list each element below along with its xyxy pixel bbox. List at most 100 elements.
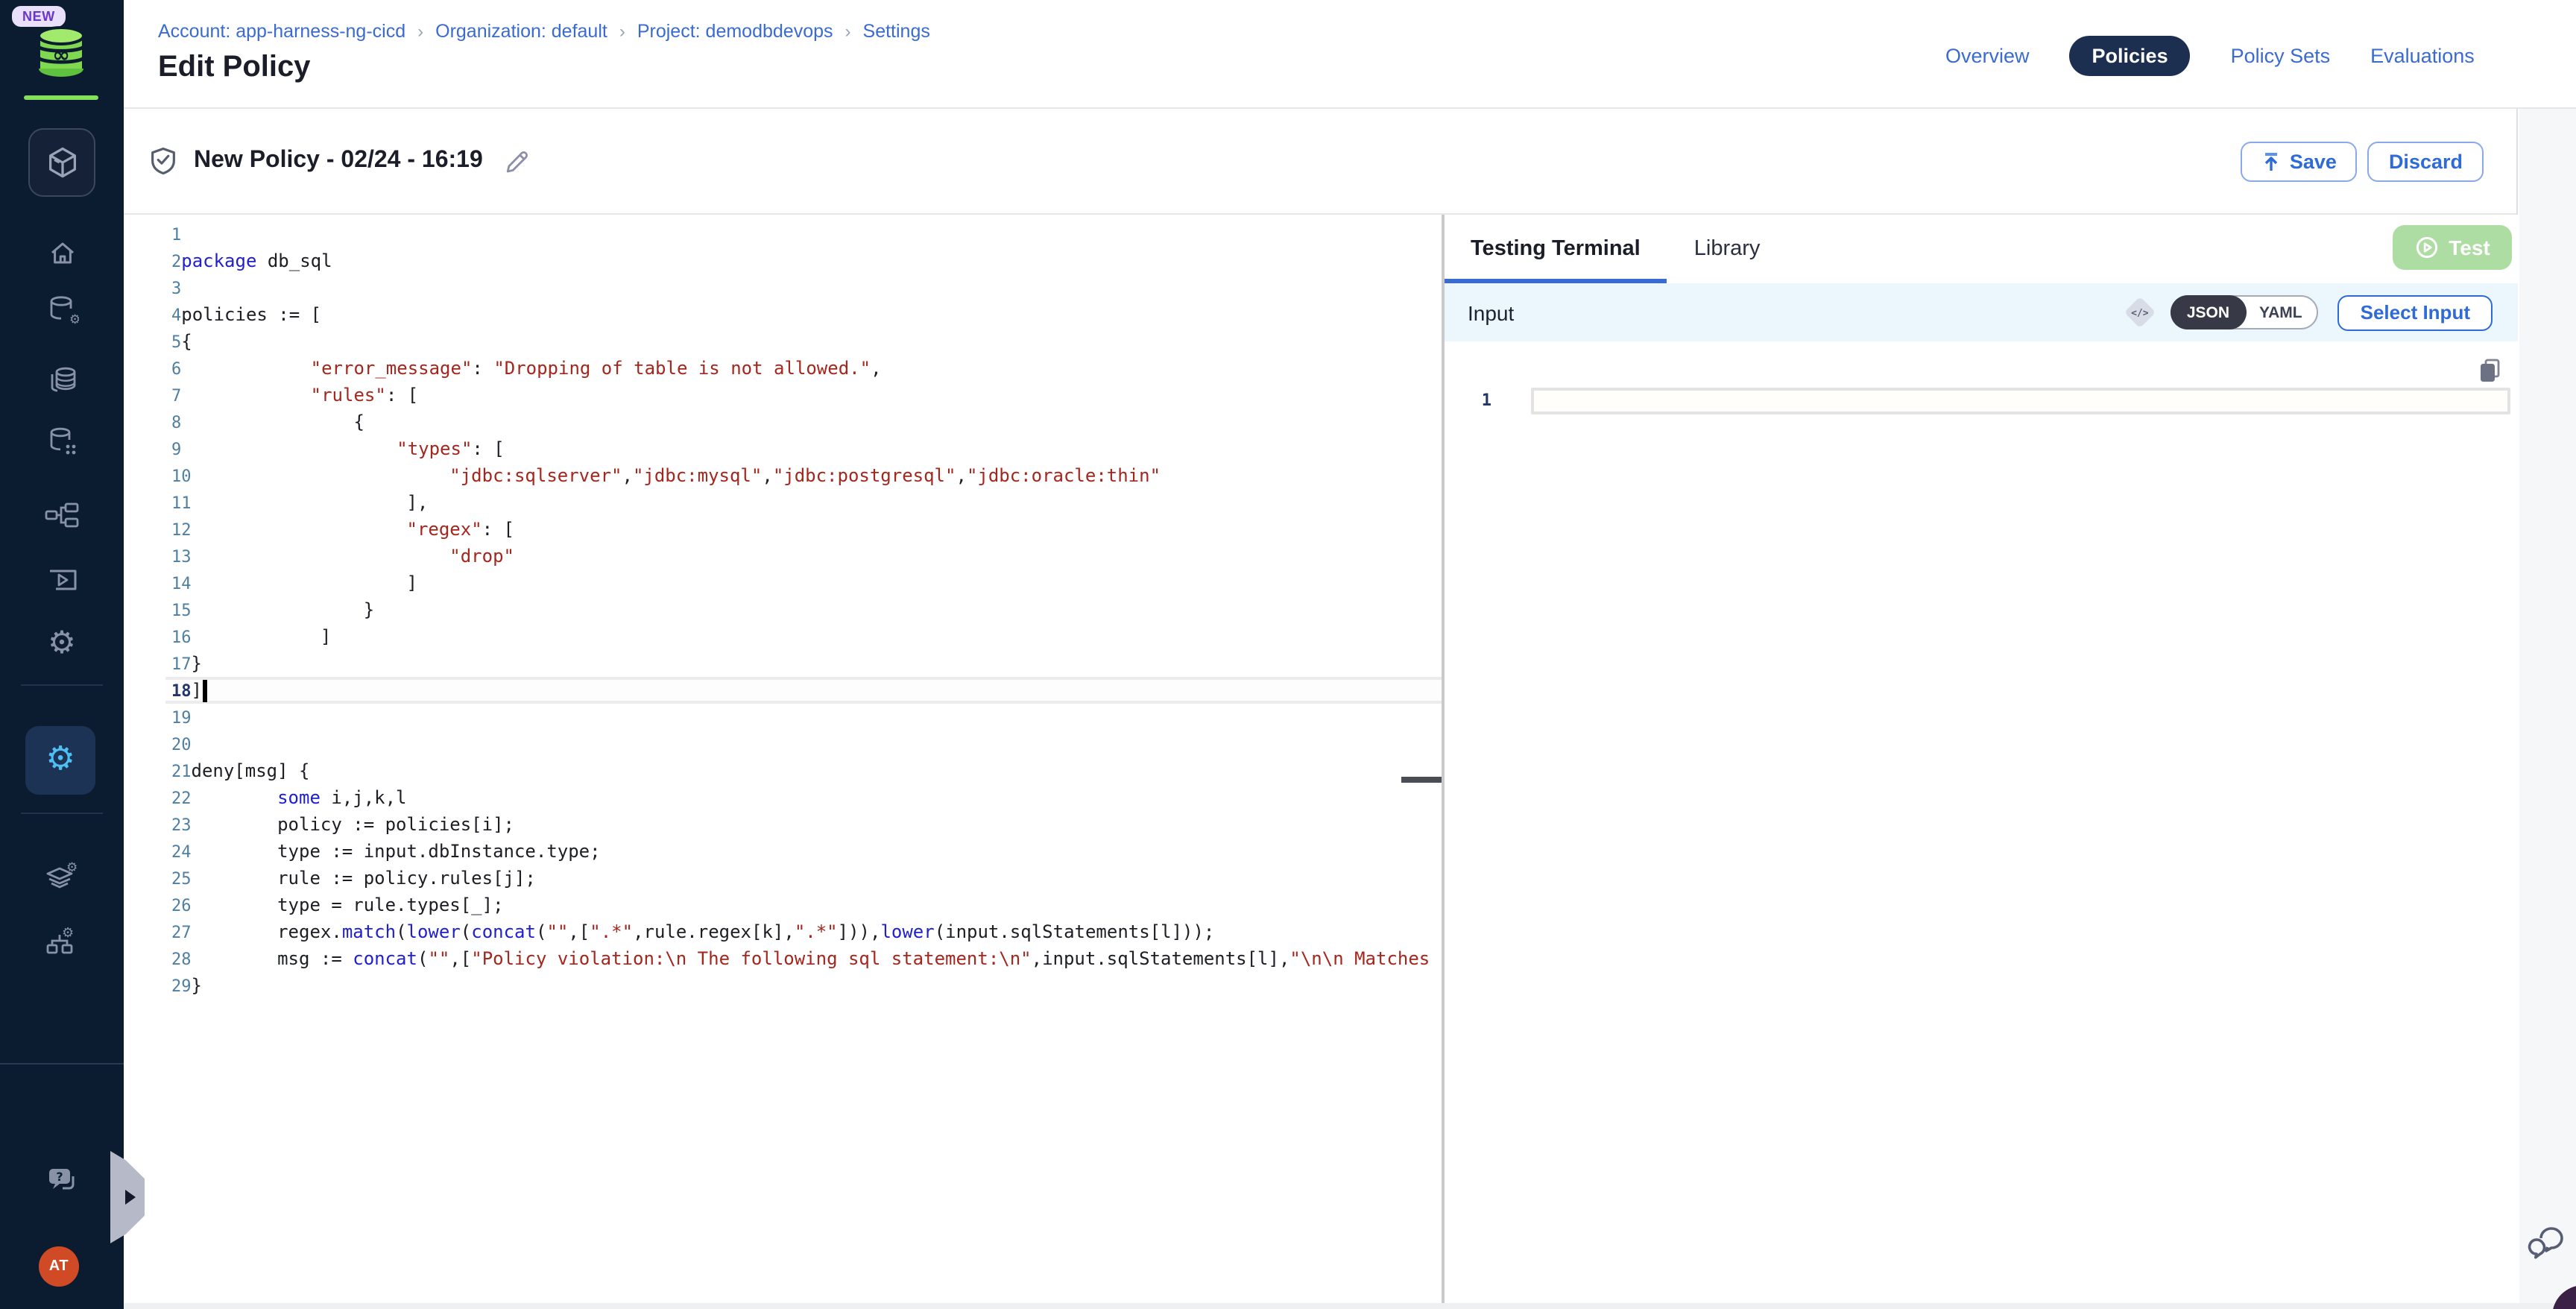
input-bar: Input </> JSON YAML Select Input bbox=[1444, 283, 2518, 341]
database-gear-icon[interactable]: ⚙ bbox=[0, 285, 124, 335]
testing-panel-tabs: Testing Terminal Library Test bbox=[1444, 215, 2518, 283]
breadcrumb-project[interactable]: Project: demodbdevops bbox=[637, 21, 833, 42]
tab-testing-terminal[interactable]: Testing Terminal bbox=[1444, 215, 1667, 283]
line-number: 27 bbox=[171, 923, 192, 942]
code-line-3[interactable]: 3 bbox=[124, 274, 1442, 301]
code-line-28[interactable]: 28 msg := concat("",["Policy violation:\… bbox=[124, 945, 1442, 972]
code-line-8[interactable]: 8 { bbox=[124, 409, 1442, 435]
code-editor[interactable]: 12package db_sql34policies := [5{6 "erro… bbox=[124, 215, 1442, 1303]
bottom-strip bbox=[124, 1303, 2576, 1309]
code-line-24[interactable]: 24 type := input.dbInstance.type; bbox=[124, 838, 1442, 865]
tab-policies[interactable]: Policies bbox=[2070, 36, 2191, 76]
tab-policy-sets[interactable]: Policy Sets bbox=[2231, 45, 2331, 67]
database-stack-icon[interactable] bbox=[0, 355, 124, 406]
code-line-10[interactable]: 10 "jdbc:sqlserver","jdbc:mysql","jdbc:p… bbox=[124, 462, 1442, 489]
code-line-1[interactable]: 1 bbox=[124, 221, 1442, 247]
home-icon[interactable] bbox=[0, 228, 124, 279]
code-text: "regex": [ bbox=[192, 519, 515, 540]
edit-pencil-icon[interactable] bbox=[504, 148, 529, 174]
line-number: 29 bbox=[171, 977, 192, 996]
cursor-overview-marker bbox=[1401, 777, 1442, 783]
line-number: 12 bbox=[171, 520, 192, 540]
code-text: "jdbc:sqlserver","jdbc:mysql","jdbc:post… bbox=[192, 465, 1161, 486]
pipeline-tree-icon[interactable] bbox=[0, 491, 124, 541]
code-line-6[interactable]: 6 "error_message": "Dropping of table is… bbox=[124, 355, 1442, 382]
testing-panel: Testing Terminal Library Test Input </> bbox=[1444, 215, 2518, 1303]
test-button[interactable]: Test bbox=[2393, 225, 2512, 270]
input-editor-line[interactable]: 1 bbox=[1444, 388, 2518, 414]
copy-icon[interactable] bbox=[2478, 356, 2503, 383]
database-devops-logo[interactable]: ∞ bbox=[33, 25, 89, 79]
line-number: 8 bbox=[171, 413, 181, 432]
code-line-7[interactable]: 7 "rules": [ bbox=[124, 382, 1442, 409]
code-line-19[interactable]: 19 bbox=[124, 704, 1442, 731]
code-line-23[interactable]: 23 policy := policies[i]; bbox=[124, 811, 1442, 838]
code-line-2[interactable]: 2package db_sql bbox=[124, 247, 1442, 274]
code-line-17[interactable]: 17} bbox=[124, 650, 1442, 677]
code-line-29[interactable]: 29} bbox=[124, 972, 1442, 999]
page-header: Account: app-harness-ng-cicd › Organizat… bbox=[124, 0, 2576, 109]
avatar[interactable]: AT bbox=[39, 1246, 79, 1287]
code-line-20[interactable]: 20 bbox=[124, 731, 1442, 757]
line-number: 13 bbox=[171, 547, 192, 567]
save-button[interactable]: Save bbox=[2241, 142, 2358, 182]
line-number: 7 bbox=[171, 386, 181, 406]
policy-editor-card: New Policy - 02/24 - 16:19 Save Discard bbox=[124, 109, 2518, 1303]
code-line-21[interactable]: 21deny[msg] { bbox=[124, 757, 1442, 784]
save-button-label: Save bbox=[2290, 151, 2337, 173]
line-number: 2 bbox=[171, 252, 181, 271]
code-line-5[interactable]: 5{ bbox=[124, 328, 1442, 355]
code-line-11[interactable]: 11 ], bbox=[124, 489, 1442, 516]
toggle-yaml[interactable]: YAML bbox=[2244, 295, 2317, 329]
breadcrumb-account[interactable]: Account: app-harness-ng-cicd bbox=[158, 21, 405, 42]
database-grid-icon[interactable] bbox=[0, 416, 124, 467]
line-number: 3 bbox=[171, 279, 181, 298]
line-number: 4 bbox=[171, 306, 181, 325]
discard-button[interactable]: Discard bbox=[2368, 142, 2484, 182]
code-line-15[interactable]: 15 } bbox=[124, 596, 1442, 623]
policy-nav-tabs: Overview Policies Policy Sets Evaluation… bbox=[1945, 36, 2475, 76]
tab-library[interactable]: Library bbox=[1667, 215, 1787, 283]
line-number: 18 bbox=[171, 681, 192, 701]
settings-gear-icon-active[interactable]: ⚙ bbox=[25, 726, 95, 795]
module-cube-button[interactable] bbox=[28, 128, 95, 197]
network-gear-icon[interactable]: ⚙ bbox=[0, 915, 124, 966]
code-line-16[interactable]: 16 ] bbox=[124, 623, 1442, 650]
sidebar-divider bbox=[0, 1063, 124, 1064]
toggle-json[interactable]: JSON bbox=[2171, 295, 2246, 329]
code-line-22[interactable]: 22 some i,j,k,l bbox=[124, 784, 1442, 811]
svg-text:⚙: ⚙ bbox=[66, 860, 78, 875]
code-line-9[interactable]: 9 "types": [ bbox=[124, 435, 1442, 462]
breadcrumb-organization[interactable]: Organization: default bbox=[435, 21, 607, 42]
tab-evaluations[interactable]: Evaluations bbox=[2370, 45, 2475, 67]
code-format-icon: </> bbox=[2124, 297, 2156, 328]
code-line-13[interactable]: 13 "drop" bbox=[124, 543, 1442, 570]
code-line-4[interactable]: 4policies := [ bbox=[124, 301, 1442, 328]
layers-gear-icon[interactable]: ⚙ bbox=[0, 851, 124, 902]
gear-icon[interactable]: ⚙ bbox=[0, 617, 124, 668]
svg-text:⚙: ⚙ bbox=[69, 312, 78, 327]
play-circle-icon bbox=[2414, 236, 2438, 259]
code-line-25[interactable]: 25 rule := policy.rules[j]; bbox=[124, 865, 1442, 892]
line-number: 17 bbox=[171, 654, 192, 674]
support-chat-icon[interactable] bbox=[2525, 1223, 2567, 1261]
line-number: 11 bbox=[171, 493, 192, 513]
code-line-27[interactable]: 27 regex.match(lower(concat("",[".*",rul… bbox=[124, 918, 1442, 945]
app-root: NEW ∞ ⚙ bbox=[0, 0, 2576, 1309]
line-number: 5 bbox=[171, 332, 181, 352]
format-toggle[interactable]: JSON YAML bbox=[2171, 295, 2319, 329]
select-input-button[interactable]: Select Input bbox=[2338, 294, 2493, 330]
code-line-12[interactable]: 12 "regex": [ bbox=[124, 516, 1442, 543]
code-line-26[interactable]: 26 type = rule.types[_]; bbox=[124, 892, 1442, 918]
tab-overview[interactable]: Overview bbox=[1945, 45, 2030, 67]
code-line-14[interactable]: 14 ] bbox=[124, 570, 1442, 596]
help-chat-icon[interactable]: ? bbox=[0, 1155, 124, 1206]
input-active-line[interactable] bbox=[1530, 388, 2510, 414]
text-cursor bbox=[203, 680, 207, 702]
code-text: package db_sql bbox=[181, 250, 332, 271]
breadcrumb-settings[interactable]: Settings bbox=[863, 21, 930, 42]
tab-library-label: Library bbox=[1694, 237, 1761, 261]
code-line-18[interactable]: 18] bbox=[124, 677, 1442, 704]
input-editor[interactable]: 1 bbox=[1444, 341, 2518, 1303]
executions-play-icon[interactable] bbox=[0, 555, 124, 605]
